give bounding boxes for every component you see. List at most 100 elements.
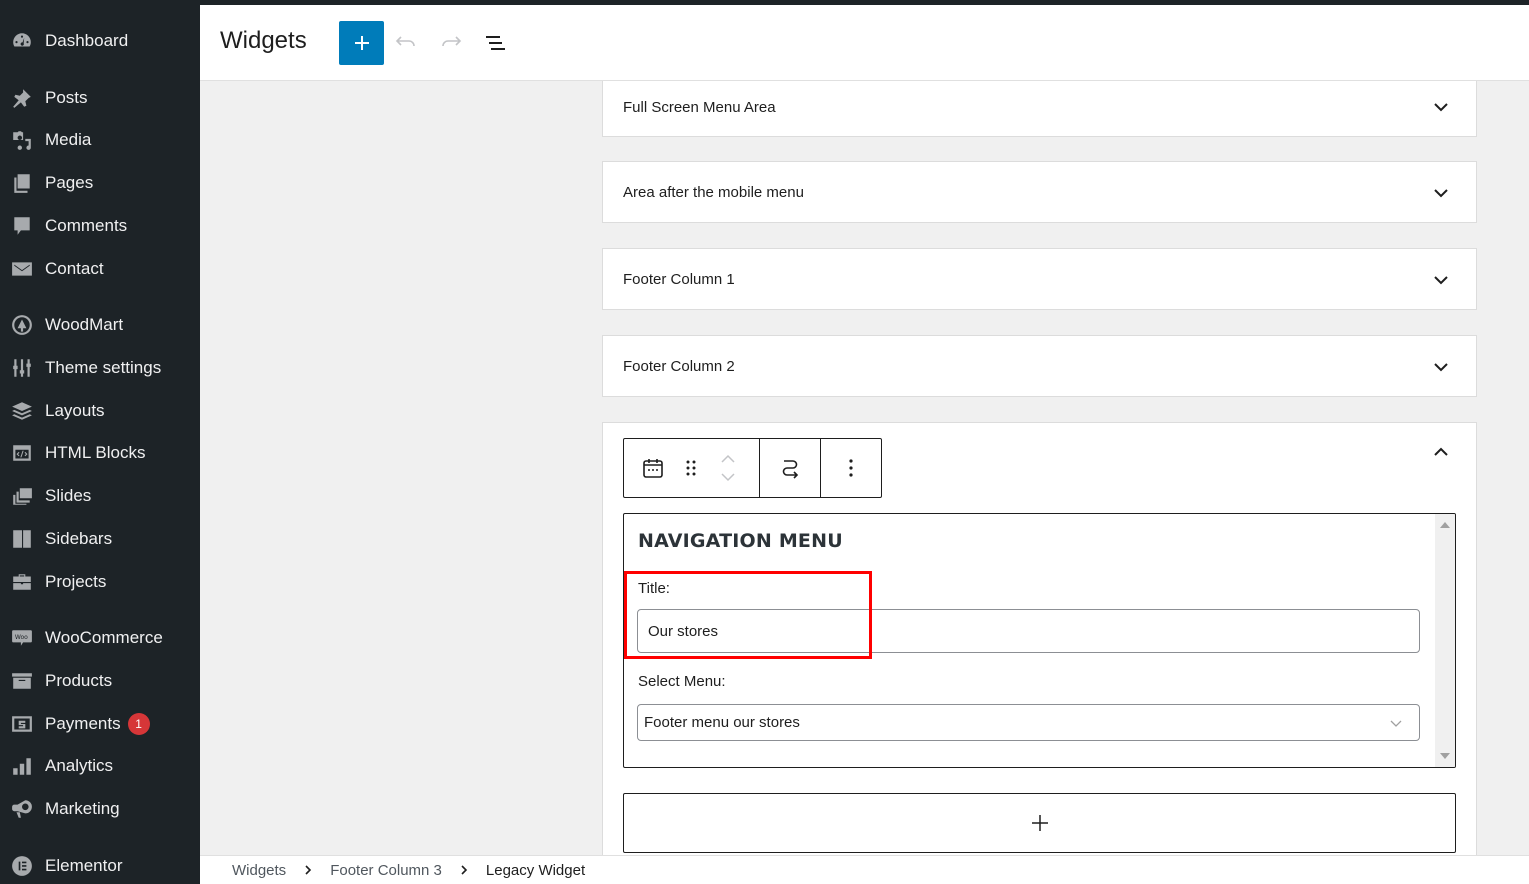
title-input[interactable] [637, 609, 1420, 653]
sidebar-item-label: Products [45, 671, 113, 690]
sidebar-item-pages[interactable]: Pages [0, 165, 200, 201]
chevron-down-icon[interactable] [1432, 271, 1450, 289]
sidebar-item-label: Theme settings [45, 358, 162, 377]
bar-chart-icon [10, 754, 34, 778]
block-type-button[interactable] [632, 439, 674, 497]
widget-area-footer-column-2[interactable]: Footer Column 2 [602, 335, 1477, 397]
sidebar-item-products[interactable]: Products [0, 663, 200, 699]
pin-icon [10, 86, 34, 110]
sidebar-item-label: Analytics [45, 756, 114, 775]
widget-area-title: Footer Column 2 [623, 358, 735, 375]
elementor-icon [10, 854, 34, 878]
block-toolbar [623, 438, 882, 498]
legacy-widget-form: NAVIGATION MENU Title: Select Menu: Foot… [623, 513, 1456, 768]
calendar-icon [643, 459, 663, 478]
chevron-right-icon [304, 865, 312, 875]
briefcase-icon [10, 570, 34, 594]
block-appender-button[interactable] [623, 793, 1456, 853]
sidebar-item-payments[interactable]: Payments 1 [0, 706, 200, 742]
plus-icon [1031, 815, 1048, 831]
sidebar-item-elementor[interactable]: Elementor [0, 848, 200, 884]
editor-header: Widgets [200, 5, 1529, 81]
list-view-icon [486, 36, 505, 50]
sidebar-item-layouts[interactable]: Layouts [0, 393, 200, 429]
chevron-up-icon[interactable] [1432, 443, 1450, 461]
sidebar-item-label: HTML Blocks [45, 443, 146, 462]
sidebar-icon [10, 527, 34, 551]
sidebar-item-slides[interactable]: Slides [0, 478, 200, 514]
sidebar-item-label: WooCommerce [45, 628, 163, 647]
plus-icon [354, 36, 369, 50]
sidebar-item-label: Layouts [45, 401, 105, 420]
widget-area-full-screen-menu[interactable]: Full Screen Menu Area [602, 81, 1477, 137]
sidebar-item-analytics[interactable]: Analytics [0, 748, 200, 784]
drag-handle[interactable] [674, 439, 708, 497]
notification-badge: 1 [127, 713, 150, 735]
title-label: Title: [638, 580, 670, 597]
redo-button[interactable] [437, 29, 465, 57]
envelope-icon [10, 257, 34, 281]
sidebar-item-label: Elementor [45, 856, 123, 875]
sidebar-item-dashboard[interactable]: Dashboard [0, 23, 200, 59]
list-view-button[interactable] [482, 29, 510, 57]
sidebar-item-theme-settings[interactable]: Theme settings [0, 350, 200, 386]
chevron-down-icon[interactable] [1432, 184, 1450, 202]
block-mover [708, 439, 748, 497]
sidebar-item-label: WoodMart [45, 315, 124, 334]
sidebar-item-projects[interactable]: Projects [0, 564, 200, 600]
breadcrumb-item[interactable]: Widgets [232, 862, 286, 879]
dashboard-icon [10, 29, 34, 53]
sidebar-item-label: Projects [45, 572, 107, 591]
chevron-down-icon[interactable] [1432, 98, 1450, 116]
megaphone-icon [10, 797, 34, 821]
widget-areas: Full Screen Menu Area Area after the mob… [200, 81, 1529, 855]
sidebar-item-woodmart[interactable]: WoodMart [0, 307, 200, 343]
widget-area-after-mobile-menu[interactable]: Area after the mobile menu [602, 161, 1477, 223]
breadcrumb-item[interactable]: Footer Column 3 [330, 862, 442, 879]
widget-area-title: Area after the mobile menu [623, 184, 804, 201]
sidebar-item-contact[interactable]: Contact [0, 251, 200, 287]
sidebar-item-sidebars[interactable]: Sidebars [0, 521, 200, 557]
sidebar-item-label: Media [45, 130, 92, 149]
select-menu-dropdown[interactable]: Footer menu our stores [637, 704, 1420, 741]
scroll-down-arrow[interactable] [1440, 753, 1450, 759]
code-block-icon [10, 441, 34, 465]
slides-icon [10, 484, 34, 508]
chevron-down-icon[interactable] [1432, 358, 1450, 376]
svg-text:Woo: Woo [15, 634, 28, 641]
sidebar-item-label: Slides [45, 486, 92, 505]
breadcrumb-current: Legacy Widget [485, 861, 586, 879]
sidebar-item-label: Pages [45, 173, 94, 192]
sidebar-item-marketing[interactable]: Marketing [0, 791, 200, 827]
redo-icon [442, 36, 462, 47]
sidebar-item-posts[interactable]: Posts [0, 80, 200, 116]
widget-area-footer-column-1[interactable]: Footer Column 1 [602, 248, 1477, 310]
scroll-up-arrow[interactable] [1440, 522, 1450, 528]
widget-area-footer-column-3: NAVIGATION MENU Title: Select Menu: Foot… [602, 422, 1477, 855]
block-toolbar-group-options [821, 439, 881, 497]
page-title: Widgets [220, 27, 307, 54]
widget-area-title: Full Screen Menu Area [623, 99, 776, 116]
move-down-icon[interactable] [719, 471, 737, 483]
layers-icon [10, 399, 34, 423]
admin-sidebar: Dashboard Posts Media Pages Comments Con… [0, 0, 200, 884]
scrollbar[interactable] [1435, 514, 1455, 767]
undo-button[interactable] [392, 29, 420, 57]
woo-icon: Woo [10, 626, 34, 650]
block-toolbar-group-transform [760, 439, 821, 497]
widget-heading: NAVIGATION MENU [638, 530, 843, 552]
dollar-icon [10, 712, 34, 736]
transform-button[interactable] [761, 439, 819, 497]
chevron-right-icon [460, 865, 468, 875]
breadcrumb: Widgets Footer Column 3 Legacy Widget [200, 855, 1529, 884]
sidebar-item-comments[interactable]: Comments [0, 208, 200, 244]
sidebar-item-label: Dashboard [45, 31, 129, 50]
pages-icon [10, 171, 34, 195]
sidebar-item-woocommerce[interactable]: Woo WooCommerce [0, 620, 200, 656]
sliders-icon [10, 356, 34, 380]
sidebar-item-media[interactable]: Media [0, 122, 200, 158]
add-block-button[interactable] [339, 21, 384, 65]
sidebar-item-html-blocks[interactable]: HTML Blocks [0, 435, 200, 471]
more-options-button[interactable] [822, 439, 880, 497]
move-up-icon[interactable] [719, 453, 737, 465]
